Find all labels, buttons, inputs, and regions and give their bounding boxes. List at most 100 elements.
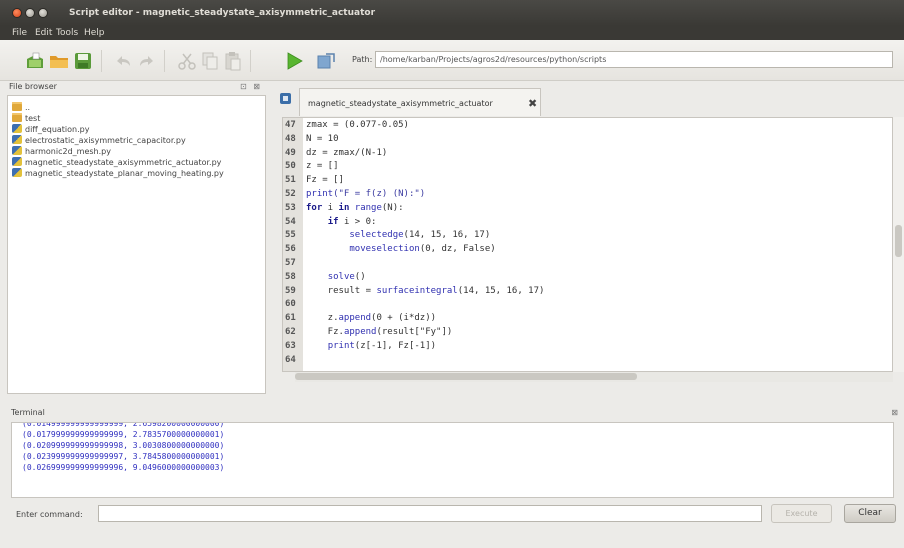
line-number: 47 (285, 120, 296, 130)
command-input[interactable] (98, 505, 762, 522)
line-number: 48 (285, 133, 296, 144)
maximize-window-button[interactable] (38, 8, 48, 18)
code-token: (14, 15, 16, 17) (403, 230, 491, 241)
code-token: z = [] (306, 161, 339, 172)
line-number: 59 (285, 285, 296, 296)
minimize-window-button[interactable] (25, 8, 35, 18)
code-token: (0, dz, False) (419, 244, 496, 255)
run-icon[interactable] (283, 50, 305, 72)
terminal-title: Terminal (11, 408, 45, 417)
line-number: 49 (285, 147, 296, 158)
editor-tab[interactable]: magnetic_steadystate_axisymmetric_actuat… (299, 88, 541, 116)
file-list-item[interactable]: magnetic_steadystate_axisymmetric_actuat… (12, 157, 221, 168)
file-list: .. test diff_equation.py electrostatic_axis… (7, 95, 266, 394)
code-text: for i in range(N): (306, 203, 404, 213)
redo-icon[interactable] (136, 50, 158, 72)
code-text: Fz.append(result["Fy"]) (306, 327, 453, 337)
file-list-item[interactable]: test (12, 113, 40, 124)
line-number: 63 (285, 340, 296, 351)
new-file-icon[interactable] (24, 50, 46, 72)
close-window-button[interactable] (12, 8, 22, 18)
code-token: range (354, 202, 382, 213)
code-token: (result["Fy"]) (376, 327, 453, 337)
menu-help[interactable]: Help (84, 28, 105, 38)
code-token: N = 10 (306, 133, 339, 144)
code-token: (0 + (i*dz)) (371, 313, 437, 324)
code-text: zmax = (0.077-0.05) (306, 120, 409, 130)
line-number: 57 (285, 258, 296, 268)
folder-icon (12, 102, 22, 111)
replace-icon[interactable] (315, 50, 337, 72)
code-editor[interactable]: 47 zmax = (0.077-0.05) 48 N = 10 49 dz = zmax… (282, 117, 893, 372)
code-token: zmax = (0.077-0.05) (306, 120, 409, 130)
file-list-item[interactable]: .. (12, 102, 30, 113)
code-token: append (343, 327, 377, 337)
code-token: ("F = f(z) (N):") (333, 189, 426, 199)
file-name: diff_equation.py (25, 125, 90, 134)
line-number: 61 (285, 313, 296, 324)
menu-edit[interactable]: Edit (35, 28, 52, 38)
code-token: for (306, 202, 323, 213)
terminal-line: (0.017999999999999999, 2.783570000000000… (22, 430, 225, 439)
code-token: print (327, 340, 355, 351)
file-list-item[interactable]: magnetic_steadystate_planar_moving_heati… (12, 168, 224, 179)
python-file-icon (12, 124, 22, 133)
code-text: Fz = [] (306, 175, 344, 185)
menu-file[interactable]: File (12, 28, 27, 38)
folder-icon (12, 113, 22, 122)
horizontal-scroll-thumb[interactable] (295, 373, 637, 380)
terminal-close-icon[interactable]: ⊠ (891, 408, 898, 417)
editor-tab-label: magnetic_steadystate_axisymmetric_actuat… (308, 99, 493, 108)
code-token: selectedge (349, 230, 404, 241)
code-token: (N): (381, 202, 404, 213)
code-text: result = surfaceintegral(14, 15, 16, 17) (306, 286, 545, 296)
code-token: (z[-1], Fz[-1]) (354, 340, 437, 351)
file-list-item[interactable]: diff_equation.py (12, 124, 89, 135)
paste-icon[interactable] (222, 50, 244, 72)
code-token: z. (306, 313, 339, 324)
line-number: 51 (285, 175, 296, 186)
tab-close-icon[interactable]: ✖ (528, 97, 537, 110)
cut-icon[interactable] (176, 50, 198, 72)
line-number: 52 (285, 189, 296, 199)
line-number: 58 (285, 271, 296, 282)
python-file-icon (12, 168, 22, 177)
file-list-item[interactable]: harmonic2d_mesh.py (12, 146, 111, 157)
horizontal-scrollbar[interactable] (295, 372, 893, 382)
code-text: z.append(0 + (i*dz)) (306, 313, 436, 323)
undo-icon[interactable] (112, 50, 134, 72)
path-label: Path: (352, 55, 373, 64)
clear-button[interactable]: Clear (844, 504, 896, 523)
python-file-icon (12, 135, 22, 144)
code-token: solve (327, 271, 355, 282)
line-number: 50 (285, 161, 296, 172)
python-file-icon (12, 146, 22, 155)
code-token: i > 0: (338, 216, 377, 227)
toolbar-separator (250, 50, 251, 72)
line-number: 60 (285, 299, 296, 310)
editor-tab-bar: magnetic_steadystate_axisymmetric_actuat… (271, 83, 904, 116)
copy-icon[interactable] (199, 50, 221, 72)
code-text: print("F = f(z) (N):") (306, 189, 425, 199)
terminal-output[interactable]: (0.014999999999999999, 2.659820000000000… (11, 422, 894, 498)
file-list-item[interactable]: electrostatic_axisymmetric_capacitor.py (12, 135, 186, 146)
path-input[interactable]: /home/karban/Projects/agros2d/resources/… (375, 51, 893, 68)
title-bar: Script editor - magnetic_steadystate_axi… (0, 0, 904, 26)
code-token: if (327, 216, 339, 227)
open-folder-icon[interactable] (48, 50, 70, 72)
execute-button[interactable]: Execute (771, 504, 832, 523)
save-icon[interactable] (72, 50, 94, 72)
new-tab-icon[interactable] (280, 93, 291, 104)
toolbar-separator (164, 50, 165, 72)
panel-controls-icon[interactable]: ⊡ ⊠ (240, 82, 262, 91)
vertical-scroll-thumb[interactable] (895, 225, 902, 257)
code-token: i (322, 202, 339, 213)
code-token: () (354, 271, 366, 282)
vertical-scrollbar[interactable] (893, 117, 904, 372)
window-title: Script editor - magnetic_steadystate_axi… (69, 8, 376, 18)
menu-tools[interactable]: Tools (56, 28, 78, 38)
